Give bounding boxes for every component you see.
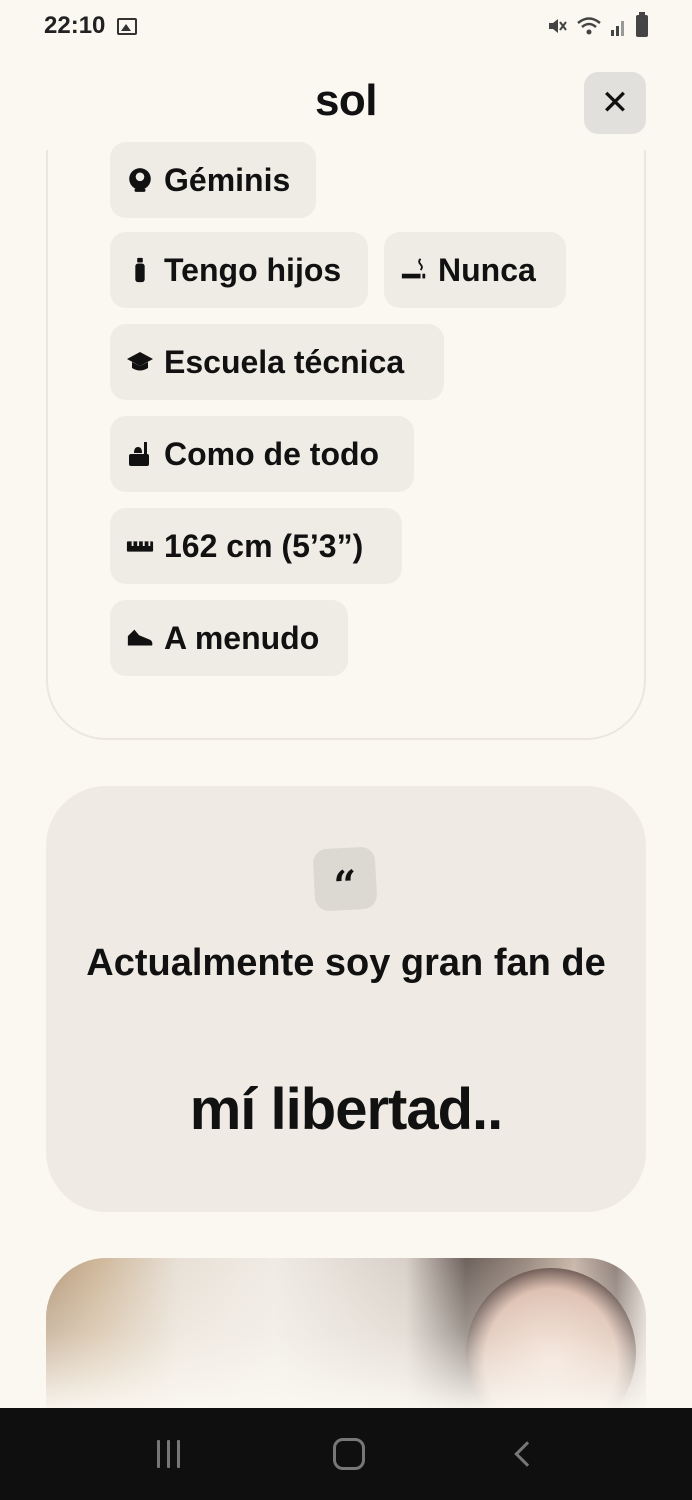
smoking-icon bbox=[401, 258, 426, 279]
chip-diet: Como de todo bbox=[110, 416, 414, 492]
chip-label: Escuela técnica bbox=[164, 343, 405, 380]
chip-label: Tengo hijos bbox=[164, 251, 342, 288]
status-time: 22:10 bbox=[44, 12, 106, 39]
chip-zodiac: Géminis bbox=[110, 142, 316, 218]
chip-education: Escuela técnica bbox=[110, 324, 444, 400]
back-icon[interactable] bbox=[513, 1441, 540, 1467]
chip-children: Tengo hijos bbox=[110, 232, 368, 308]
quote-icon: “ bbox=[312, 846, 378, 912]
zodiac-icon bbox=[129, 168, 151, 192]
close-icon: ✕ bbox=[600, 84, 630, 122]
system-nav-bar bbox=[0, 1408, 692, 1500]
basics-card: Géminis Tengo hijos Nunca Escuela técnic… bbox=[46, 142, 646, 740]
ruler-icon bbox=[126, 541, 154, 552]
graduation-cap-icon bbox=[127, 352, 153, 371]
sneaker-icon bbox=[127, 629, 153, 646]
chip-label: A menudo bbox=[164, 619, 320, 656]
recent-apps-icon[interactable] bbox=[156, 1440, 180, 1468]
chip-exercise: A menudo bbox=[110, 600, 348, 676]
profile-photo[interactable] bbox=[46, 1258, 646, 1408]
chip-label: Nunca bbox=[438, 251, 536, 288]
status-bar: 22:10 bbox=[0, 0, 692, 52]
prompt-question: Actualmente soy gran fan de bbox=[86, 942, 606, 984]
wifi-icon bbox=[577, 17, 601, 35]
chip-label: Géminis bbox=[164, 161, 291, 198]
prompt-card: “ Actualmente soy gran fan de mí liberta… bbox=[46, 786, 646, 1212]
signal-icon bbox=[611, 21, 624, 36]
chip-smoking: Nunca bbox=[384, 232, 566, 308]
photo-fade bbox=[46, 1258, 646, 1408]
battery-icon bbox=[636, 12, 648, 37]
chip-label: Como de todo bbox=[164, 435, 380, 472]
prompt-answer: mí libertad.. bbox=[189, 1077, 504, 1142]
chip-label: 162 cm (5’3”) bbox=[164, 527, 364, 564]
profile-header: sol ✕ bbox=[0, 60, 692, 150]
food-icon bbox=[129, 442, 149, 466]
close-button[interactable]: ✕ bbox=[584, 72, 646, 134]
image-icon bbox=[117, 17, 138, 35]
mute-icon bbox=[549, 19, 567, 33]
baby-bottle-icon bbox=[135, 257, 145, 283]
chip-height: 162 cm (5’3”) bbox=[110, 508, 402, 584]
home-icon[interactable] bbox=[332, 1438, 365, 1470]
